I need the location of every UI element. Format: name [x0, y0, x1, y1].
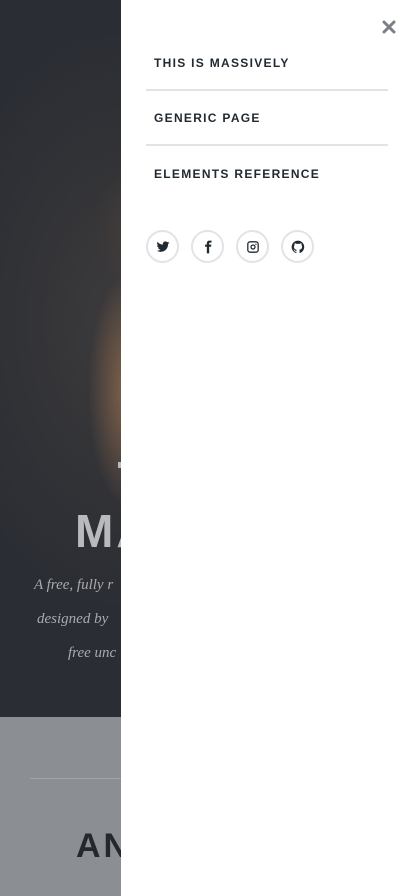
social-icons [146, 230, 314, 263]
hero-tagline-line-3: free unc [68, 645, 117, 661]
twitter-icon [156, 240, 169, 252]
hero-tagline-line-1: A free, fully r [34, 577, 114, 593]
github-link[interactable] [281, 230, 314, 263]
twitter-link[interactable] [146, 230, 179, 263]
menu-item-generic-page[interactable]: GENERIC PAGE [146, 91, 388, 146]
hero-tagline-line-2: designed by [37, 611, 109, 627]
menu-item-elements-reference[interactable]: ELEMENTS REFERENCE [146, 146, 388, 201]
close-icon [382, 20, 396, 34]
nav-menu-list: THIS IS MASSIVELY GENERIC PAGE ELEMENTS … [146, 36, 388, 201]
instagram-icon [246, 240, 259, 253]
instagram-link[interactable] [236, 230, 269, 263]
github-icon [291, 240, 304, 253]
facebook-icon [204, 240, 211, 253]
menu-item-this-is-massively[interactable]: THIS IS MASSIVELY [146, 36, 388, 91]
section-divider [30, 778, 130, 779]
facebook-link[interactable] [191, 230, 224, 263]
